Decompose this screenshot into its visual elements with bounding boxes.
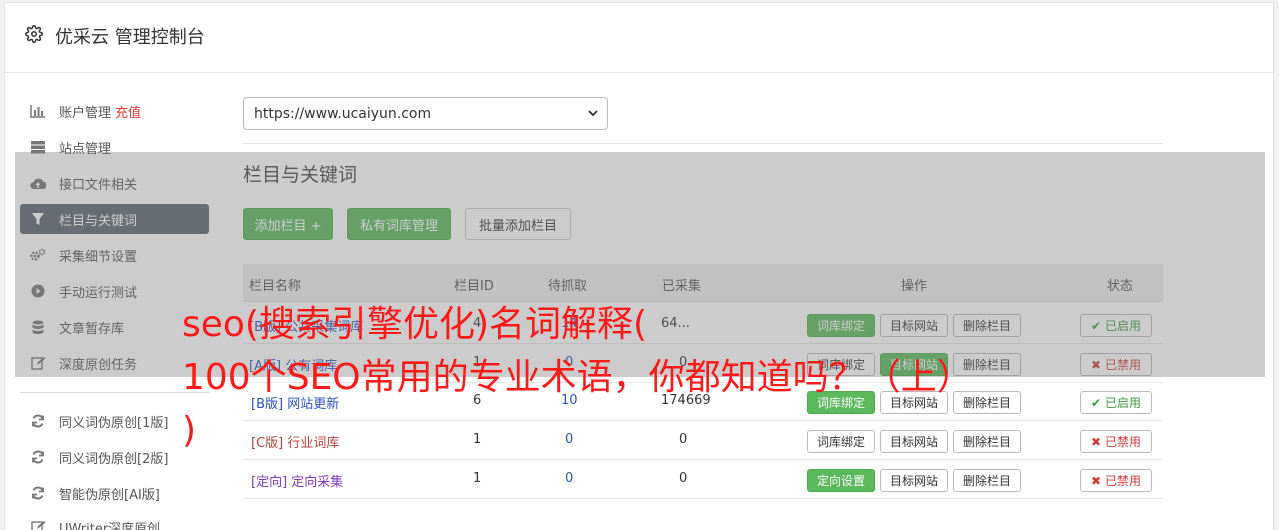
- collected-count: 0: [679, 471, 688, 486]
- sidebar-item-label: 同义词伪原创[1版]: [59, 415, 169, 431]
- column-tag: [定向]: [251, 475, 288, 490]
- top-bar: 优采云 管理控制台: [5, 3, 1273, 73]
- column-name-link[interactable]: 定向采集: [291, 475, 343, 490]
- site-select[interactable]: https://www.ucaiyun.com: [243, 97, 608, 130]
- sidebar-item-label: 同义词伪原创[2版]: [59, 451, 169, 467]
- sidebar-item-label: 智能伪原创[AI版]: [59, 487, 160, 503]
- edit-icon: [30, 519, 46, 530]
- table-row: [定向] 定向采集 1 0 0 定向设置 目标网站 删除栏目 ✖ 已禁用: [243, 460, 1163, 499]
- target-site-button[interactable]: 目标网站: [880, 469, 948, 492]
- bar-chart-icon: [30, 103, 46, 119]
- sidebar-item-label: 账户管理: [59, 105, 112, 121]
- page-title: 优采云 管理控制台: [55, 27, 205, 48]
- watermark-title: seo(搜索引擎优化)名词解释( 100个SEO常用的专业术语，你都知道吗？（上…: [182, 298, 1162, 457]
- sidebar-item-label: UWriter深度原创: [59, 521, 161, 530]
- sidebar-item-ai-rewrite[interactable]: 智能伪原创[AI版]: [20, 478, 209, 508]
- delete-column-button[interactable]: 删除栏目: [953, 469, 1021, 492]
- sidebar-item-synonym-v1[interactable]: 同义词伪原创[1版]: [20, 406, 209, 436]
- pending-count[interactable]: 0: [565, 471, 573, 486]
- sidebar-item-uwriter[interactable]: UWriter深度原创: [20, 512, 209, 530]
- close-icon: ✖: [1091, 473, 1102, 488]
- watermark-line: 100个SEO常用的专业术语，你都知道吗？（上）: [182, 357, 973, 398]
- recharge-link[interactable]: 充值: [115, 102, 141, 121]
- refresh-icon: [30, 413, 46, 429]
- sidebar-item-account[interactable]: 账户管理 充值: [20, 96, 209, 126]
- directed-settings-button[interactable]: 定向设置: [807, 469, 875, 492]
- site-select-value: https://www.ucaiyun.com: [254, 105, 432, 122]
- watermark-line: ): [182, 410, 197, 451]
- sidebar-item-synonym-v2[interactable]: 同义词伪原创[2版]: [20, 442, 209, 472]
- refresh-icon: [30, 449, 46, 465]
- status-label: 已禁用: [1104, 474, 1141, 488]
- refresh-icon: [30, 485, 46, 501]
- gear-icon: [25, 25, 43, 43]
- column-id: 1: [473, 471, 482, 486]
- status-toggle[interactable]: ✖ 已禁用: [1080, 469, 1152, 492]
- chevron-down-icon: [588, 110, 598, 117]
- watermark-line: seo(搜索引擎优化)名词解释(: [182, 304, 648, 345]
- divider: [243, 143, 1163, 144]
